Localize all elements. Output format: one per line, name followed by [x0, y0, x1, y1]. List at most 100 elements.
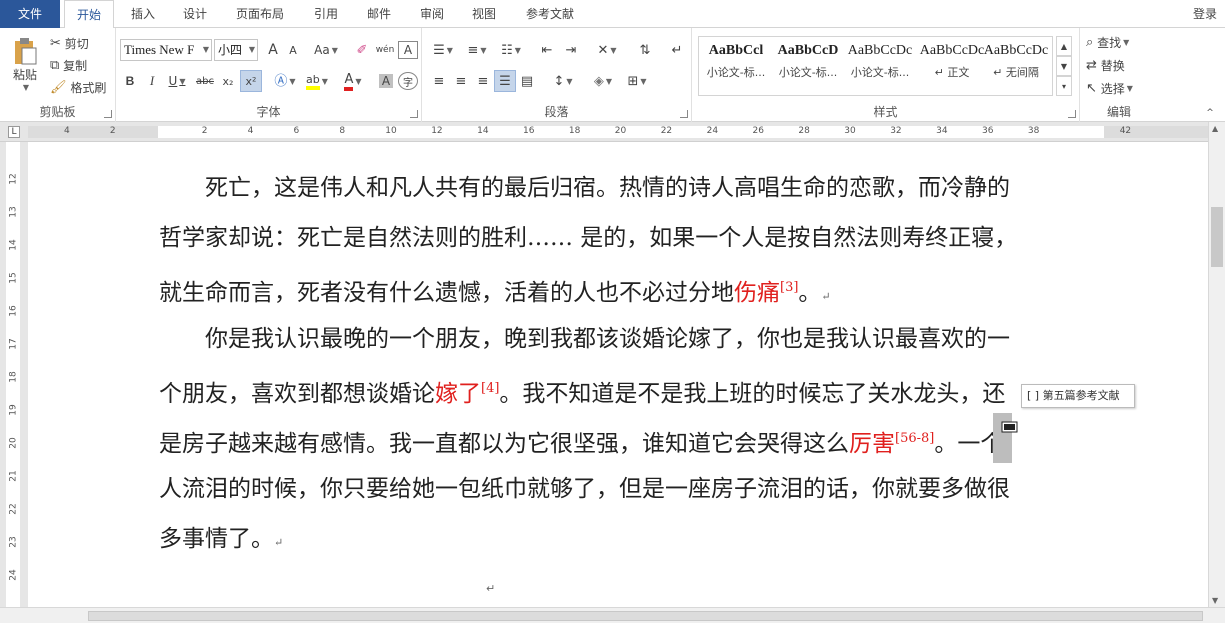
tab-insert[interactable]: 插入: [128, 0, 158, 28]
ruler-margin-left: [28, 126, 158, 138]
vertical-scroll-thumb[interactable]: [1211, 207, 1223, 267]
styles-scroll-down[interactable]: ▼: [1056, 56, 1072, 76]
line-spacing-button[interactable]: ↕ ▼: [548, 70, 578, 92]
change-case-button[interactable]: Aa ▼: [311, 39, 341, 61]
dialog-launcher-icon[interactable]: [104, 110, 112, 118]
scroll-up-icon[interactable]: ▲: [1212, 124, 1218, 133]
document-area[interactable]: 死亡，这是伟人和凡人共有的最后归宿。热情的诗人高唱生命的恋歌，而冷静的 哲学家却…: [28, 142, 1208, 607]
highlight-button[interactable]: ab ▼: [302, 70, 332, 92]
char-border-button[interactable]: A: [398, 41, 418, 59]
dialog-launcher-icon[interactable]: [1068, 110, 1076, 118]
bold-icon: B: [125, 74, 135, 88]
citation-marker[interactable]: [4]: [481, 381, 499, 396]
chevron-down-icon: ▼: [1060, 61, 1068, 71]
bullets-button[interactable]: ☰ ▼: [428, 39, 458, 61]
sort-button[interactable]: ⇅: [634, 39, 656, 61]
text-line: 人流泪的时候，你只要给她一包纸巾就够了，但是一座房子流泪的话，你就要多做很: [159, 476, 1010, 502]
collapse-ribbon-button[interactable]: ^: [1202, 106, 1218, 120]
styles-scroll-up[interactable]: ▲: [1056, 36, 1072, 56]
show-marks-button[interactable]: ↵: [666, 39, 688, 61]
citation-marker[interactable]: [56-8]: [895, 431, 934, 446]
horizontal-scroll-thumb[interactable]: [88, 611, 1203, 621]
styles-more[interactable]: ▾: [1056, 76, 1072, 96]
underline-button[interactable]: U ▼: [164, 70, 190, 92]
copy-button[interactable]: ⧉ 复制: [50, 54, 110, 76]
char-shading-button[interactable]: A: [376, 70, 396, 92]
ruler-tick-label: 42: [1119, 126, 1132, 136]
align-left-button[interactable]: ≡: [428, 70, 450, 92]
tab-selector-icon[interactable]: L: [8, 126, 20, 138]
shrink-font-icon: A: [289, 43, 297, 57]
bold-button[interactable]: B: [120, 70, 140, 92]
tab-references[interactable]: 引用: [312, 0, 340, 28]
citation-marker[interactable]: [3]: [780, 280, 798, 295]
multilevel-list-button[interactable]: ☷ ▼: [496, 39, 526, 61]
horizontal-scrollbar[interactable]: [0, 607, 1225, 623]
style-name: ↵ 正文: [934, 66, 970, 79]
style-item[interactable]: AaBbCcDc ↵ 无间隔: [982, 38, 1050, 92]
style-preview: AaBbCcDc: [919, 43, 985, 58]
screen-tip-icon: [1001, 421, 1018, 433]
align-right-button[interactable]: ≡: [472, 70, 494, 92]
justify-button[interactable]: ☰: [494, 70, 516, 92]
style-item[interactable]: AaBbCcl 小论文-标...: [700, 38, 772, 92]
align-center-button[interactable]: ≡: [450, 70, 472, 92]
numbering-button[interactable]: ≡ ▼: [462, 39, 492, 61]
find-button[interactable]: ⌕ 查找 ▼: [1086, 31, 1152, 53]
distributed-button[interactable]: ▤: [516, 70, 538, 92]
phonetic-guide-button[interactable]: wén: [374, 39, 396, 61]
document-page[interactable]: 死亡，这是伟人和凡人共有的最后归宿。热情的诗人高唱生命的恋歌，而冷静的 哲学家却…: [28, 142, 1208, 607]
text-line: 是房子越来越有感情。我一直都以为它很坚强，谁知道它会哭得这么厉害[56-8]。一…: [159, 414, 1003, 464]
format-painter-button[interactable]: 🖌 格式刷: [50, 76, 114, 98]
grow-font-button[interactable]: A: [264, 39, 282, 61]
dialog-launcher-icon[interactable]: [680, 110, 688, 118]
superscript-icon: x²: [245, 74, 257, 88]
paint-bucket-icon: ◈: [593, 73, 604, 89]
copy-label: 复制: [63, 58, 88, 73]
tab-bibliography[interactable]: 参考文献: [522, 0, 578, 28]
text-effects-button[interactable]: Ⓐ ▼: [272, 70, 298, 92]
strikethrough-button[interactable]: abc: [194, 70, 216, 92]
increase-indent-button[interactable]: ⇥: [560, 39, 582, 61]
cut-label: 剪切: [64, 36, 89, 51]
font-color-button[interactable]: A ▼: [338, 70, 368, 92]
paragraph-mark: ↵: [821, 290, 831, 303]
word-window: 文件 开始 插入 设计 页面布局 引用 邮件 审阅 视图 参考文献 登录 粘贴 …: [0, 0, 1225, 623]
dialog-launcher-icon[interactable]: [410, 110, 418, 118]
outdent-icon: ⇤: [541, 42, 553, 58]
scroll-down-icon[interactable]: ▼: [1212, 596, 1218, 605]
cut-button[interactable]: ✂ 剪切: [50, 32, 110, 54]
ruler-strip[interactable]: 4 2 2 4 6 8 10 12 14 16 18 20 22 24 26 28 30 32 34 36 38 42: [28, 126, 1208, 138]
shading-button[interactable]: ◈ ▼: [588, 70, 618, 92]
clear-formatting-button[interactable]: ✐: [352, 39, 372, 61]
subscript-button[interactable]: x₂: [218, 70, 238, 92]
tab-view[interactable]: 视图: [470, 0, 498, 28]
font-size-combo[interactable]: 小四 ▼: [214, 39, 258, 61]
font-name-combo[interactable]: Times New F ▼: [120, 39, 212, 61]
vertical-scrollbar[interactable]: ▲ ▼: [1208, 122, 1225, 607]
replace-button[interactable]: ⇄ 替换: [1086, 54, 1152, 76]
italic-button[interactable]: I: [142, 70, 162, 92]
style-item[interactable]: AaBbCcDc 小论文-标...: [844, 38, 916, 92]
enclose-chars-button[interactable]: 字: [398, 72, 418, 90]
tab-mailings[interactable]: 邮件: [365, 0, 393, 28]
decrease-indent-button[interactable]: ⇤: [536, 39, 558, 61]
chinese-layout-button[interactable]: ✕ ▼: [592, 39, 622, 61]
tab-design[interactable]: 设计: [180, 0, 210, 28]
copy-icon: ⧉: [50, 57, 60, 73]
tab-home[interactable]: 开始: [64, 0, 114, 29]
shrink-font-button[interactable]: A: [284, 39, 302, 61]
tab-layout[interactable]: 页面布局: [234, 0, 286, 28]
superscript-button[interactable]: x²: [240, 70, 262, 92]
paste-button[interactable]: 粘贴 ▼: [6, 34, 44, 94]
tab-review[interactable]: 审阅: [418, 0, 446, 28]
borders-button[interactable]: ⊞ ▼: [622, 70, 652, 92]
style-preview: AaBbCcDc: [847, 43, 913, 58]
style-item[interactable]: AaBbCcDc ↵ 正文: [916, 38, 988, 92]
select-button[interactable]: ↖ 选择 ▼: [1086, 77, 1152, 99]
style-item[interactable]: AaBbCcD 小论文-标...: [772, 38, 844, 92]
vertical-ruler-tick-label: 13: [8, 206, 19, 218]
tab-file[interactable]: 文件: [0, 0, 60, 28]
cited-text: 厉害: [849, 431, 895, 457]
login-link[interactable]: 登录: [1193, 0, 1217, 28]
